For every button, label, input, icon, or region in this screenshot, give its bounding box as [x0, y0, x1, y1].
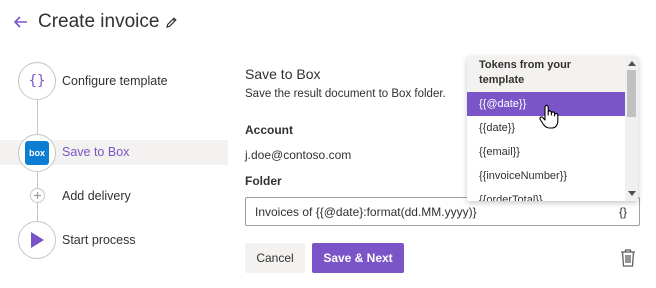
token-option[interactable]: {{orderTotal}}: [467, 188, 625, 201]
play-icon: [18, 221, 56, 259]
save-next-button[interactable]: Save & Next: [312, 243, 404, 273]
dropdown-header: Tokens from your template: [467, 56, 625, 92]
back-arrow-icon[interactable]: [12, 13, 30, 31]
step-list: {} Configure template box Save to Box Ad…: [0, 56, 232, 276]
hand-cursor-icon: [538, 104, 560, 130]
scroll-up-icon[interactable]: [628, 61, 636, 66]
token-option[interactable]: {{invoiceNumber}}: [467, 164, 625, 188]
dropdown-scrollbar[interactable]: [625, 56, 638, 201]
step-add-delivery[interactable]: Add delivery: [0, 186, 228, 206]
box-logo: box: [18, 134, 56, 172]
braces-icon: {}: [18, 62, 56, 100]
step-save-to-box[interactable]: box Save to Box: [0, 134, 228, 172]
step-start-process[interactable]: Start process: [0, 221, 228, 261]
step-label: Configure template: [62, 74, 168, 88]
step-label: Add delivery: [62, 189, 131, 203]
step-label: Start process: [62, 233, 136, 247]
folder-input[interactable]: Invoices of {{@date}:format(dd.MM.yyyy)}…: [245, 197, 640, 226]
page-header: Create invoice: [12, 8, 179, 36]
folder-input-value: Invoices of {{@date}:format(dd.MM.yyyy)}: [255, 204, 477, 219]
step-label: Save to Box: [62, 145, 130, 159]
section-description: Save the result document to Box folder.: [245, 88, 446, 100]
token-picker-button[interactable]: {}: [613, 203, 633, 221]
trash-icon[interactable]: [619, 248, 637, 268]
cancel-button[interactable]: Cancel: [245, 243, 305, 273]
folder-label: Folder: [245, 174, 282, 188]
pencil-icon[interactable]: [165, 15, 179, 29]
scroll-down-icon[interactable]: [628, 191, 636, 196]
token-option[interactable]: {{email}}: [467, 140, 625, 164]
account-label: Account: [245, 123, 293, 137]
page-title: Create invoice: [38, 11, 160, 32]
step-configure-template[interactable]: {} Configure template: [0, 61, 228, 101]
plus-icon: [30, 188, 45, 203]
section-title: Save to Box: [245, 66, 321, 82]
account-value: j.doe@contoso.com: [245, 148, 352, 162]
scroll-thumb[interactable]: [627, 70, 636, 117]
box-logo-text: box: [28, 148, 45, 158]
